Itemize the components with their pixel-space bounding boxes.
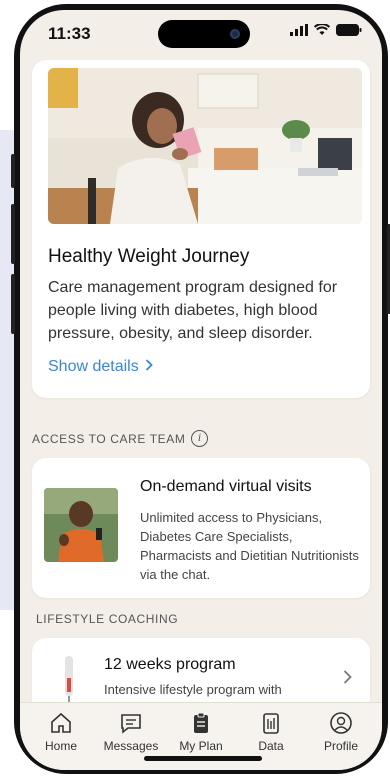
status-icons [290, 24, 362, 36]
tab-label: Data [258, 739, 284, 753]
tab-my-plan[interactable]: My Plan [167, 711, 235, 770]
side-button [11, 274, 15, 334]
tab-label: My Plan [179, 739, 223, 753]
home-indicator [144, 756, 262, 761]
tab-label: Profile [323, 739, 358, 753]
doctor-photo [44, 488, 118, 562]
section-header-lifestyle: LIFESTYLE COACHING [36, 612, 178, 626]
chevron-right-icon [145, 358, 153, 376]
weeks-program-title: 12 weeks program [104, 656, 236, 673]
home-icon [51, 712, 71, 733]
show-details-link[interactable]: Show details [48, 358, 153, 376]
virtual-visits-title: On-demand virtual visits [140, 478, 312, 495]
show-details-label: Show details [48, 358, 139, 375]
camera-icon [230, 29, 240, 39]
message-icon [121, 714, 141, 734]
program-hero-card[interactable]: Healthy Weight Journey Care management p… [32, 60, 370, 398]
side-button [11, 154, 15, 188]
section-label-lifestyle: LIFESTYLE COACHING [36, 612, 179, 626]
virtual-visits-description: Unlimited access to Physicians, Diabetes… [140, 510, 359, 582]
tab-messages[interactable]: Messages [97, 711, 165, 770]
tab-profile[interactable]: Profile [307, 711, 375, 770]
wifi-icon [314, 24, 330, 35]
section-header-care-team: ACCESS TO CARE TEAM i [32, 430, 209, 447]
tab-data[interactable]: Data [237, 711, 305, 770]
program-title: Healthy Weight Journey [48, 246, 250, 267]
profile-icon [330, 712, 352, 734]
status-time: 11:33 [48, 24, 91, 43]
info-icon[interactable]: i [191, 430, 209, 447]
app-screen: 11:33 Healthy Weight Journey Care manage… [20, 10, 382, 770]
side-button [11, 204, 15, 264]
weeks-program-description: Intensive lifestyle program with [104, 682, 282, 697]
tab-home[interactable]: Home [27, 711, 95, 770]
virtual-visits-card[interactable]: On-demand virtual visits Unlimited acces… [32, 458, 370, 598]
data-icon [263, 713, 279, 734]
signal-icon [290, 24, 308, 36]
program-description: Care management program designed for peo… [48, 279, 338, 342]
chevron-right-icon [343, 668, 352, 689]
clipboard-icon [194, 712, 208, 733]
test-tube-icon [62, 656, 76, 706]
dynamic-island [158, 20, 250, 48]
tab-label: Messages [103, 739, 159, 753]
section-label-care-team: ACCESS TO CARE TEAM [32, 431, 186, 446]
tab-label: Home [44, 739, 77, 753]
hero-image [48, 68, 362, 224]
status-bar: 11:33 [20, 10, 382, 60]
battery-icon [336, 24, 362, 36]
